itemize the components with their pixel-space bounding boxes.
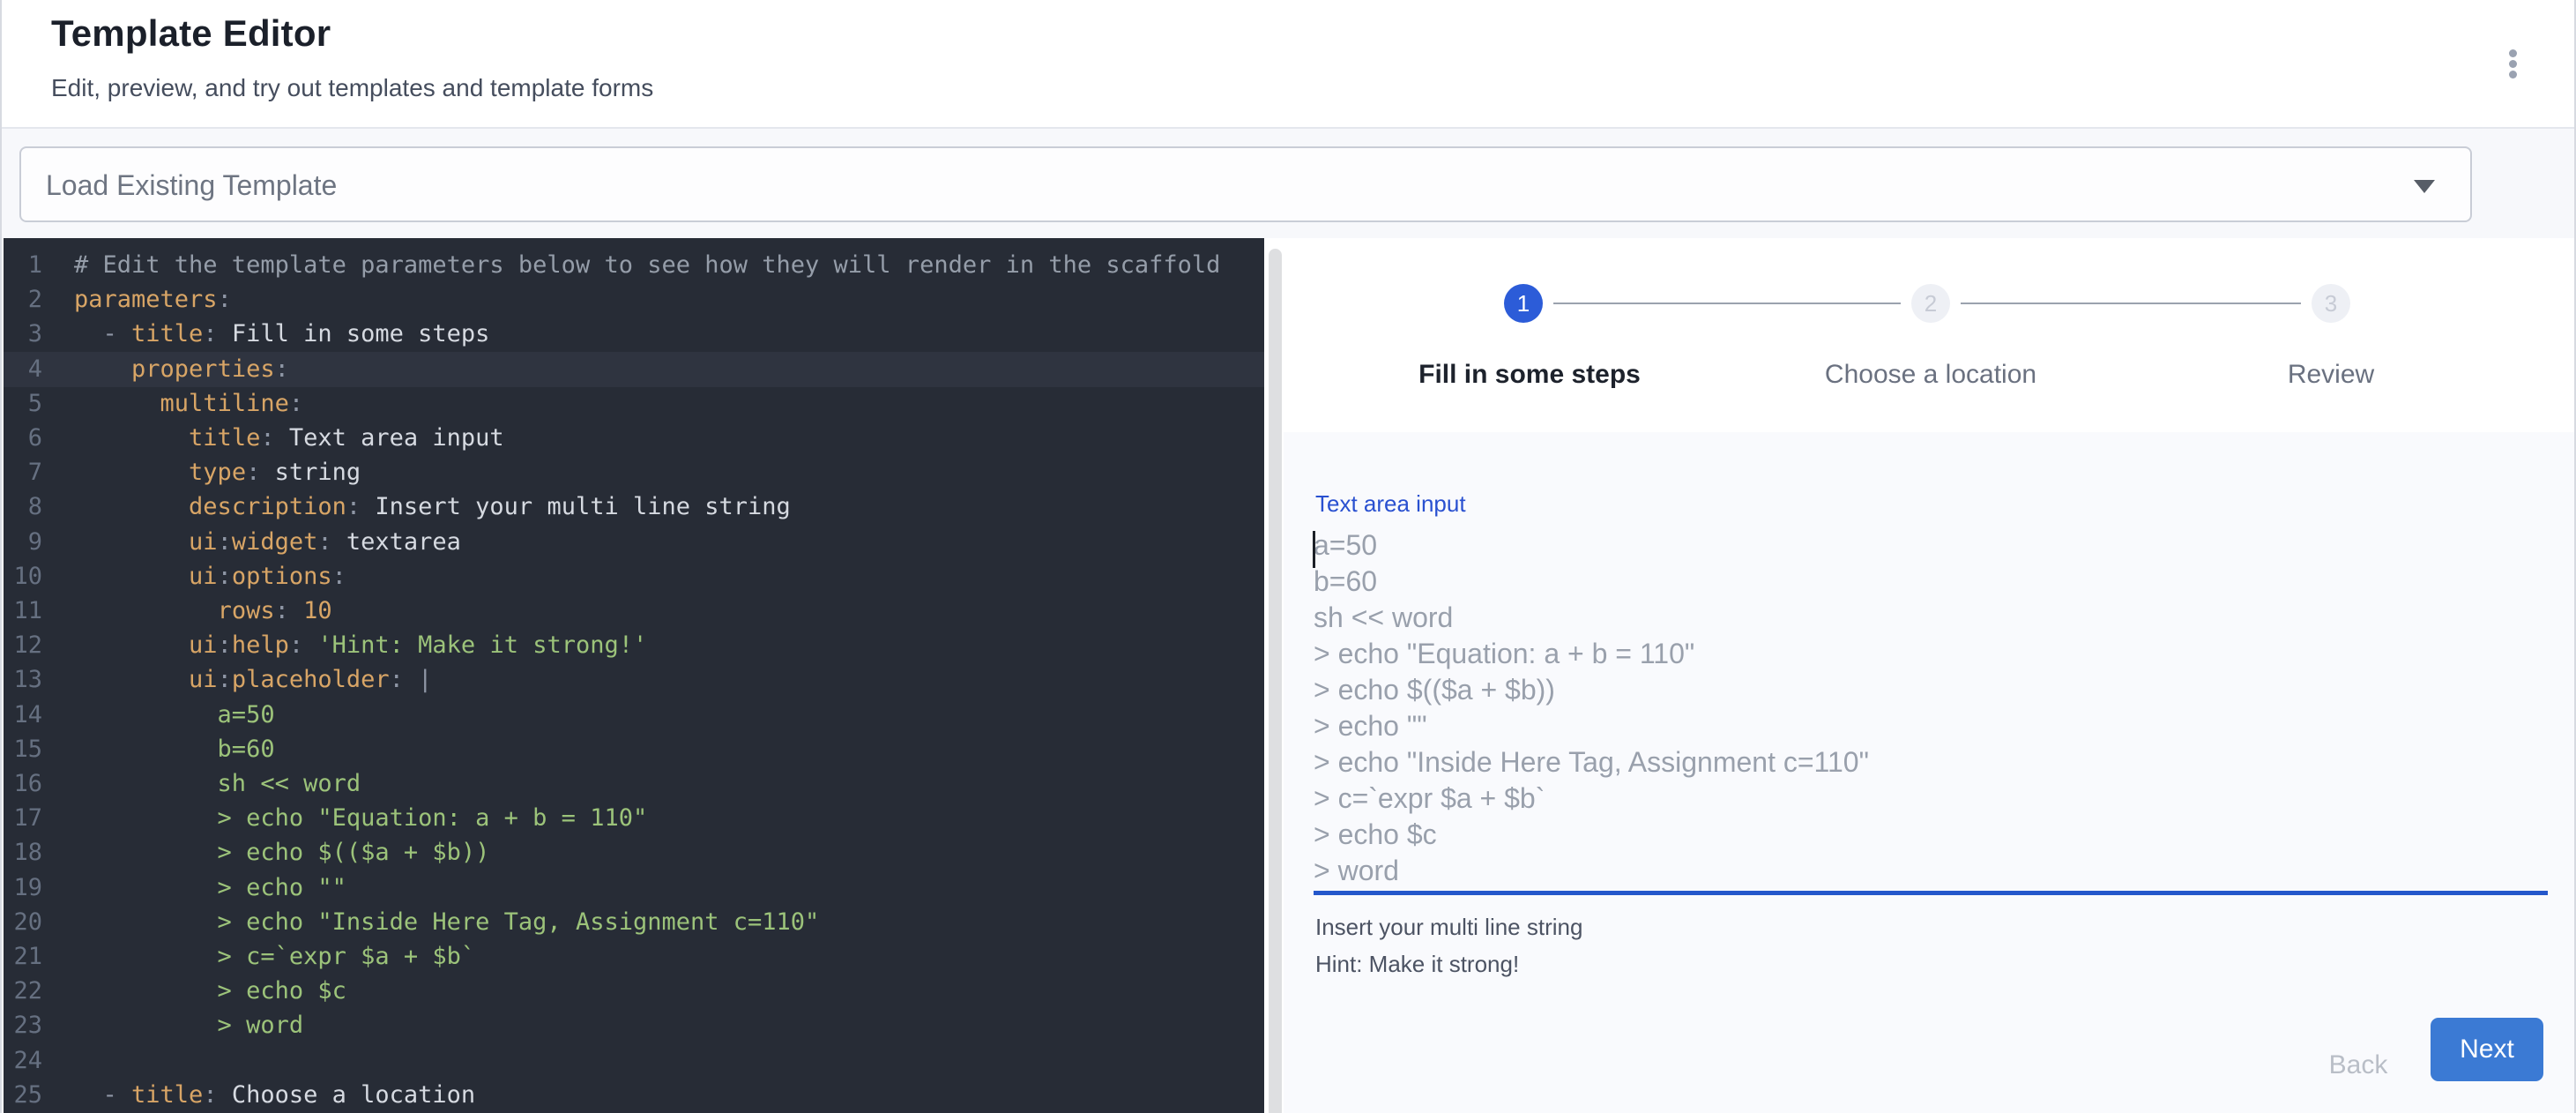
editor-line[interactable]: 14 a=50 [4, 698, 1264, 733]
template-editor-page: Template Editor Edit, preview, and try o… [0, 0, 2576, 1113]
field-help-text: Hint: Make it strong! [1315, 951, 1519, 978]
page-title: Template Editor [51, 12, 331, 55]
template-select-section: Load Existing Template [2, 129, 2574, 238]
stepper-step-2-circle[interactable]: 2 [1911, 284, 1950, 323]
editor-line[interactable]: 20 > echo "Inside Here Tag, Assignment c… [4, 905, 1264, 940]
load-template-placeholder: Load Existing Template [46, 169, 337, 202]
editor-line[interactable]: 21 > c=`expr $a + $b` [4, 939, 1264, 975]
stepper-step-3-circle[interactable]: 3 [2312, 284, 2350, 323]
stepper-step-3-label: Review [2146, 360, 2516, 390]
load-template-select[interactable]: Load Existing Template [19, 146, 2472, 222]
editor-line[interactable]: 17 > echo "Equation: a + b = 110" [4, 801, 1264, 836]
form-card: Text area input Insert your multi line s… [1284, 432, 2574, 1113]
editor-line[interactable]: 10 ui:options: [4, 559, 1264, 594]
stepper-connector [1961, 303, 2301, 304]
editor-line[interactable]: 11 rows: 10 [4, 594, 1264, 629]
next-button[interactable]: Next [2431, 1018, 2543, 1081]
more-options-icon[interactable] [2491, 42, 2534, 85]
editor-line[interactable]: 7 type: string [4, 455, 1264, 490]
caret-down-icon[interactable] [2414, 180, 2435, 193]
yaml-code-editor[interactable]: 1# Edit the template parameters below to… [4, 238, 1264, 1113]
field-description: Insert your multi line string [1315, 914, 1582, 941]
editor-line[interactable]: 12 ui:help: 'Hint: Make it strong!' [4, 628, 1264, 663]
editor-line[interactable]: 4 properties: [4, 352, 1264, 387]
textarea-field-label: Text area input [1315, 490, 1466, 518]
editor-line[interactable]: 22 > echo $c [4, 974, 1264, 1009]
form-preview-panel: 1 2 3 Fill in some steps Choose a locati… [1284, 238, 2574, 1113]
editor-line[interactable]: 1# Edit the template parameters below to… [4, 248, 1264, 283]
editor-line[interactable]: 25 - title: Choose a location [4, 1078, 1264, 1113]
editor-line[interactable]: 19 > echo "" [4, 870, 1264, 906]
editor-line[interactable]: 2parameters: [4, 282, 1264, 317]
back-button[interactable]: Back [2303, 1035, 2414, 1095]
editor-line[interactable]: 6 title: Text area input [4, 421, 1264, 456]
page-subtitle: Edit, preview, and try out templates and… [51, 74, 653, 102]
editor-scrollbar[interactable] [1269, 249, 1282, 1113]
editor-line[interactable]: 18 > echo $(($a + $b)) [4, 835, 1264, 870]
multiline-textarea-input[interactable] [1314, 527, 2550, 893]
stepper-connector [1553, 303, 1901, 304]
editor-line[interactable]: 16 sh << word [4, 766, 1264, 802]
editor-line[interactable]: 15 b=60 [4, 732, 1264, 767]
editor-line[interactable]: 8 description: Insert your multi line st… [4, 489, 1264, 525]
editor-line[interactable]: 13 ui:placeholder: | [4, 662, 1264, 698]
editor-line[interactable]: 24 [4, 1043, 1264, 1079]
editor-line[interactable]: 23 > word [4, 1008, 1264, 1043]
editor-line[interactable]: 9 ui:widget: textarea [4, 525, 1264, 560]
stepper-step-1-circle[interactable]: 1 [1504, 284, 1543, 323]
editor-line[interactable]: 5 multiline: [4, 386, 1264, 422]
textarea-focus-underline [1314, 891, 2548, 895]
text-cursor [1313, 531, 1315, 568]
stepper-step-2-label: Choose a location [1746, 360, 2116, 390]
stepper-step-1-label: Fill in some steps [1344, 360, 1715, 390]
editor-line[interactable]: 3 - title: Fill in some steps [4, 317, 1264, 352]
page-header: Template Editor Edit, preview, and try o… [2, 0, 2574, 127]
